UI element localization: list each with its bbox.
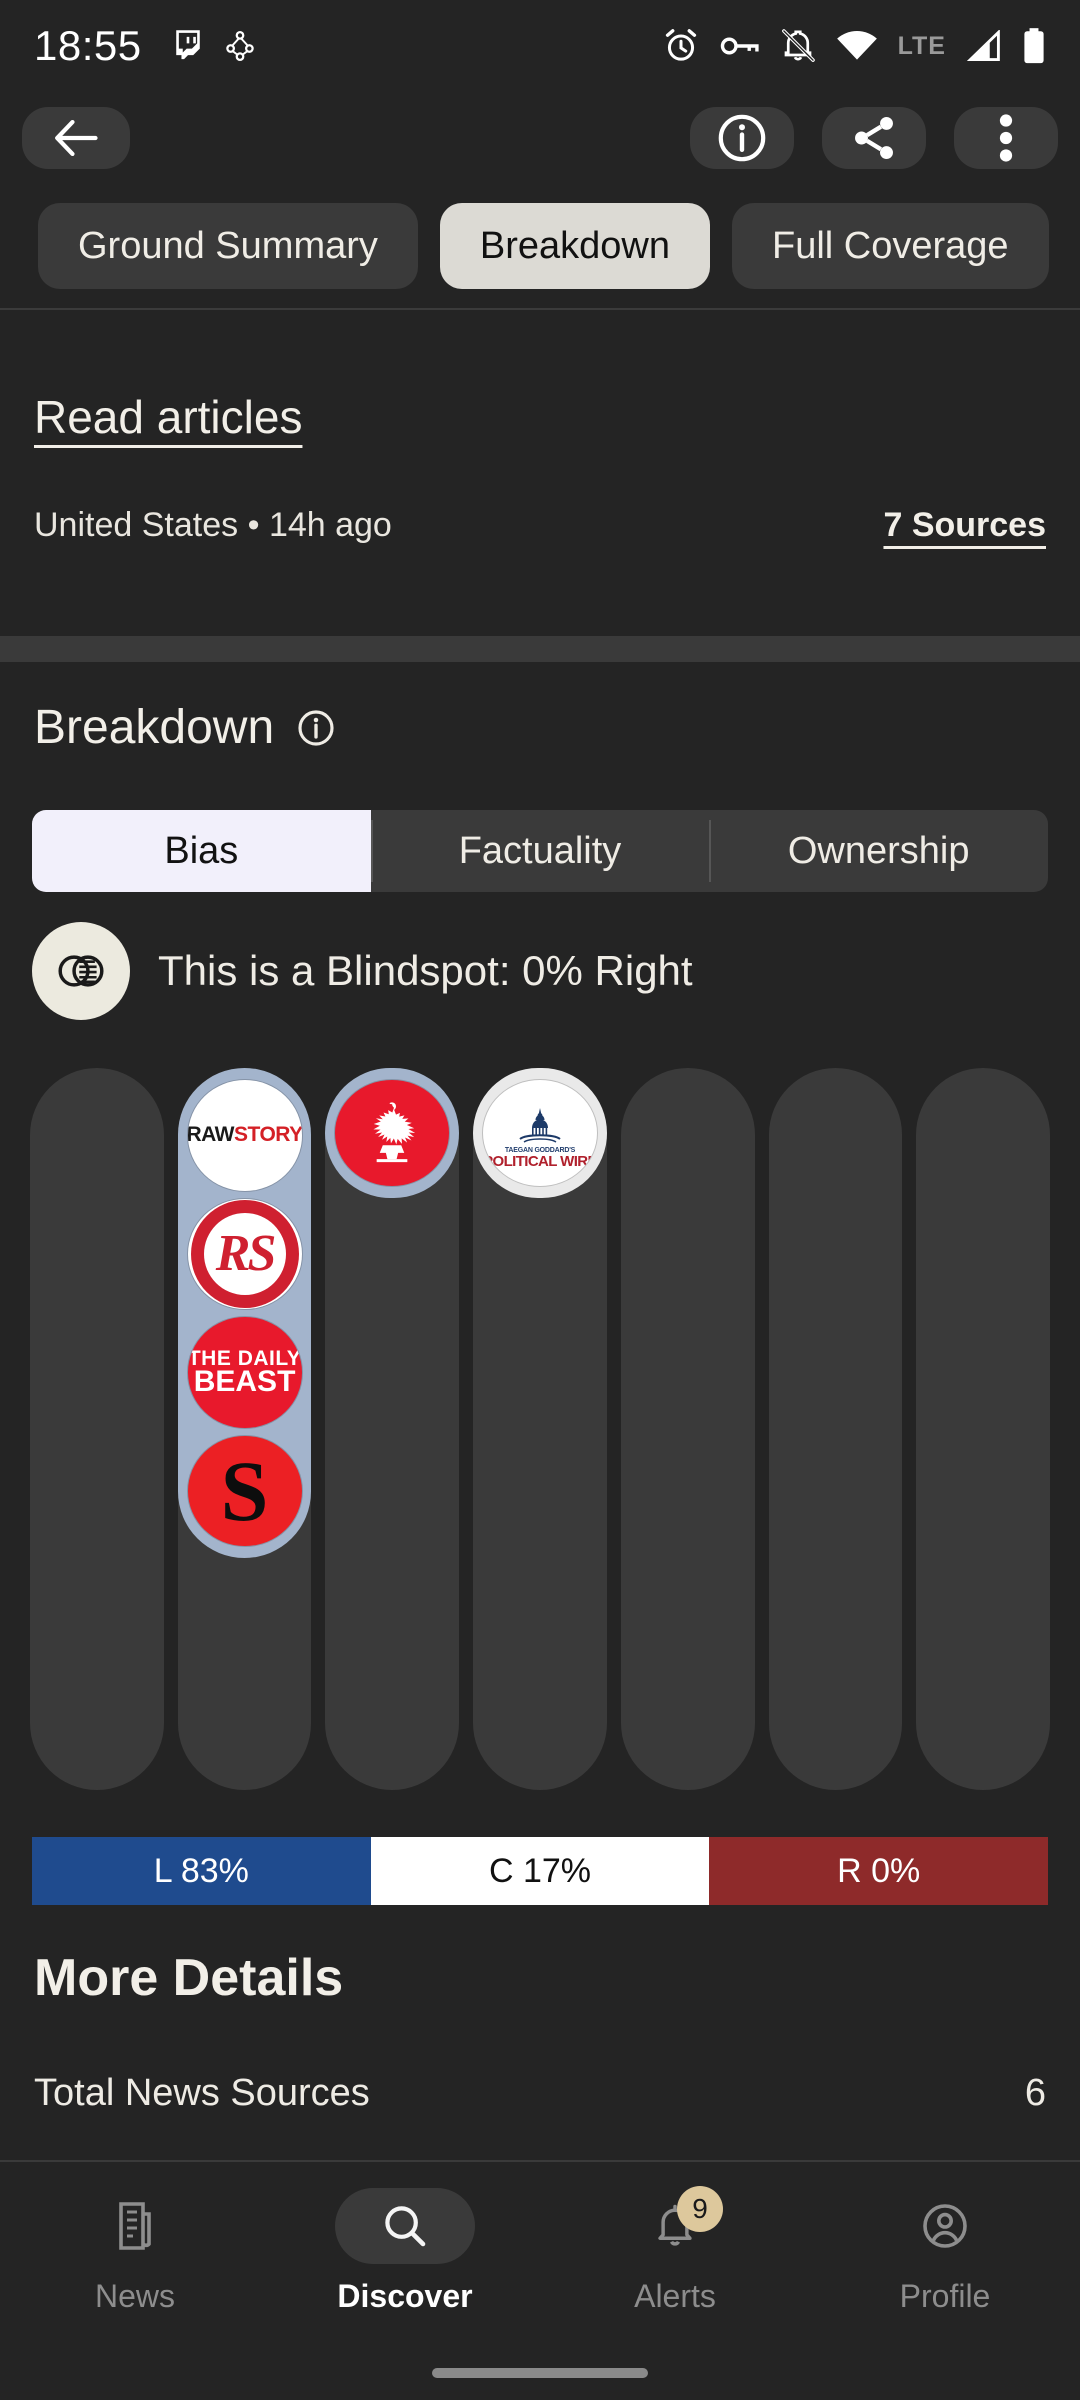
tab-breakdown[interactable]: Breakdown (439, 203, 711, 289)
network-type-label: LTE (897, 31, 946, 60)
sources-link[interactable]: 7 Sources (883, 506, 1046, 545)
nav-item-discover[interactable]: Discover (270, 2188, 540, 2315)
nav-label-news: News (94, 2278, 175, 2314)
segment-factuality[interactable]: Factuality (370, 810, 710, 892)
status-notification-icons (172, 29, 254, 63)
info-icon (718, 114, 766, 162)
bias-distribution-center: C 17% (370, 1837, 710, 1905)
action-bar (0, 92, 1080, 184)
source-logo-eagle[interactable] (335, 1080, 450, 1186)
signal-icon (966, 30, 1000, 62)
breakdown-segmented-control[interactable]: Bias Factuality Ownership (32, 810, 1048, 892)
bias-column-lean-right[interactable] (620, 1068, 755, 1790)
nav-label-discover: Discover (337, 2278, 473, 2314)
detail-label: Total News Sources (34, 2072, 370, 2114)
source-logo-daily-beast[interactable]: THE DAILY BEAST (187, 1317, 302, 1428)
nav-item-alerts[interactable]: 9 Alerts (540, 2186, 810, 2315)
info-button[interactable] (690, 107, 794, 169)
blindspot-badge (32, 922, 130, 1020)
vpn-key-icon (720, 37, 759, 55)
tab-ground-summary[interactable]: Ground Summary (38, 203, 418, 289)
source-logo-raw-story[interactable]: RAWSTORY (187, 1080, 302, 1191)
bias-column-lean-left-highlight (325, 1068, 460, 1198)
bias-distribution-left: L 83% (32, 1837, 371, 1905)
bias-column-far-left[interactable] (30, 1068, 164, 1790)
bias-distribution-right: R 0% (709, 1837, 1048, 1905)
app-screen: 18:55 LTE Ground Summary Breakdown Full … (0, 0, 1080, 2400)
bias-distribution-bar: L 83% C 17% R 0% (32, 1837, 1048, 1905)
status-system-icons: LTE (662, 27, 1046, 65)
blindspot-text: This is a Blindspot: 0% Right (158, 947, 693, 994)
bias-column-far-right[interactable] (916, 1068, 1051, 1790)
segment-ownership[interactable]: Ownership (709, 810, 1048, 892)
nav-item-news[interactable]: News (0, 2188, 270, 2315)
overflow-menu-button[interactable] (954, 107, 1058, 169)
blindspot-icon (58, 955, 104, 987)
segment-bias[interactable]: Bias (32, 810, 371, 892)
share-icon (855, 116, 893, 160)
info-outline-icon[interactable] (296, 708, 336, 748)
breakdown-header: Breakdown (34, 700, 336, 755)
status-time: 18:55 (34, 22, 142, 69)
breakdown-title: Breakdown (34, 701, 275, 754)
section-divider (0, 636, 1080, 662)
profile-icon-wrap (875, 2188, 1015, 2264)
back-arrow-icon (55, 119, 98, 157)
discover-icon-wrap (335, 2188, 475, 2264)
political-wire-title: POLITICAL WIRE (483, 1152, 597, 1170)
bias-bar-chart: RAWSTORY RS THE DAILY BEAST S TAEGAN GOD… (30, 1068, 1051, 1790)
read-articles-link[interactable]: Read articles (34, 390, 302, 444)
bias-column-lean-left[interactable] (325, 1068, 460, 1790)
bias-column-center[interactable]: TAEGAN GODDARD'S POLITICAL WIRE (473, 1068, 607, 1790)
wifi-icon (836, 31, 877, 60)
home-indicator[interactable] (432, 2368, 648, 2378)
back-button[interactable] (22, 107, 130, 169)
bias-column-center-highlight: TAEGAN GODDARD'S POLITICAL WIRE (473, 1068, 607, 1198)
top-tab-bar[interactable]: Ground Summary Breakdown Full Coverage (0, 184, 1080, 308)
nav-item-profile[interactable]: Profile (810, 2188, 1080, 2315)
bias-column-right[interactable] (768, 1068, 903, 1790)
nav-label-profile: Profile (899, 2278, 991, 2314)
source-logo-political-wire[interactable]: TAEGAN GODDARD'S POLITICAL WIRE (483, 1080, 598, 1186)
search-icon (385, 2206, 426, 2247)
tab-full-coverage[interactable]: Full Coverage (732, 203, 1049, 289)
newspaper-icon (119, 2202, 151, 2250)
detail-value: 6 (1024, 2072, 1046, 2114)
more-vertical-icon (999, 114, 1013, 162)
capitol-dome-icon (519, 1107, 561, 1143)
notifications-off-icon (781, 29, 815, 62)
blindspot-row: This is a Blindspot: 0% Right (32, 922, 693, 1020)
battery-icon (1024, 28, 1044, 64)
status-bar: 18:55 LTE (0, 0, 1080, 92)
eagle-icon (373, 1102, 416, 1163)
share-nodes-icon (225, 31, 254, 61)
read-articles-section: Read articles United States • 14h ago 7 … (0, 390, 1080, 545)
article-meta-text: United States • 14h ago (34, 506, 392, 545)
nav-label-alerts: Alerts (634, 2278, 716, 2314)
source-logo-rolling-stone[interactable]: RS (187, 1198, 302, 1309)
twitch-icon (175, 30, 200, 60)
more-details-title: More Details (34, 1949, 344, 2007)
alerts-badge: 9 (677, 2186, 723, 2232)
tabbar-divider (0, 308, 1080, 310)
article-time-ago: 14h ago (268, 506, 392, 544)
bias-column-left[interactable]: RAWSTORY RS THE DAILY BEAST S (177, 1068, 312, 1790)
news-icon-wrap (65, 2188, 205, 2264)
article-location: United States (34, 506, 239, 544)
meta-separator: • (247, 506, 260, 544)
article-meta-row: United States • 14h ago 7 Sources (0, 506, 1080, 545)
alerts-icon-wrap: 9 (605, 2186, 745, 2264)
source-logo-salon[interactable]: S (187, 1435, 302, 1546)
person-icon (923, 2204, 967, 2248)
alarm-icon (665, 29, 696, 61)
bottom-navigation: News Discover 9 Alerts Profile (0, 2160, 1080, 2400)
share-button[interactable] (822, 107, 926, 169)
bias-column-left-highlight: RAWSTORY RS THE DAILY BEAST S (177, 1068, 312, 1558)
detail-row-total-news-sources: Total News Sources 6 (0, 2072, 1080, 2115)
